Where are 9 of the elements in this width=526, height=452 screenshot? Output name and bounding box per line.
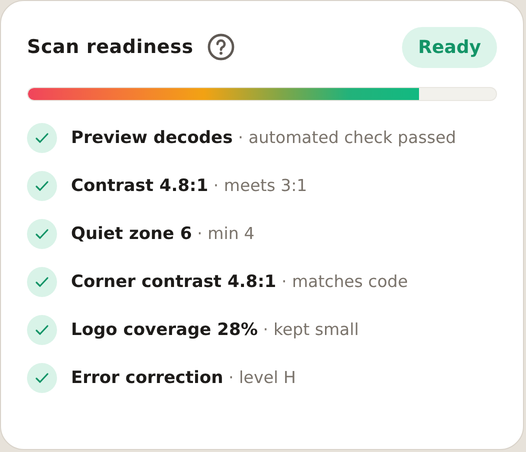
- check-text: Contrast 4.8:1 · meets 3:1: [71, 175, 308, 198]
- check-text: Error correction · level H: [71, 367, 296, 390]
- check-text: Quiet zone 6 · min 4: [71, 223, 255, 246]
- card-title: Scan readiness: [27, 36, 194, 58]
- status-badge: Ready: [402, 26, 497, 68]
- check-text: Logo coverage 28% · kept small: [71, 319, 359, 342]
- check-text: Preview decodes · automated check passed: [71, 127, 456, 150]
- help-icon[interactable]: [207, 33, 236, 61]
- check-text: Corner contrast 4.8:1 · matches code: [71, 271, 408, 294]
